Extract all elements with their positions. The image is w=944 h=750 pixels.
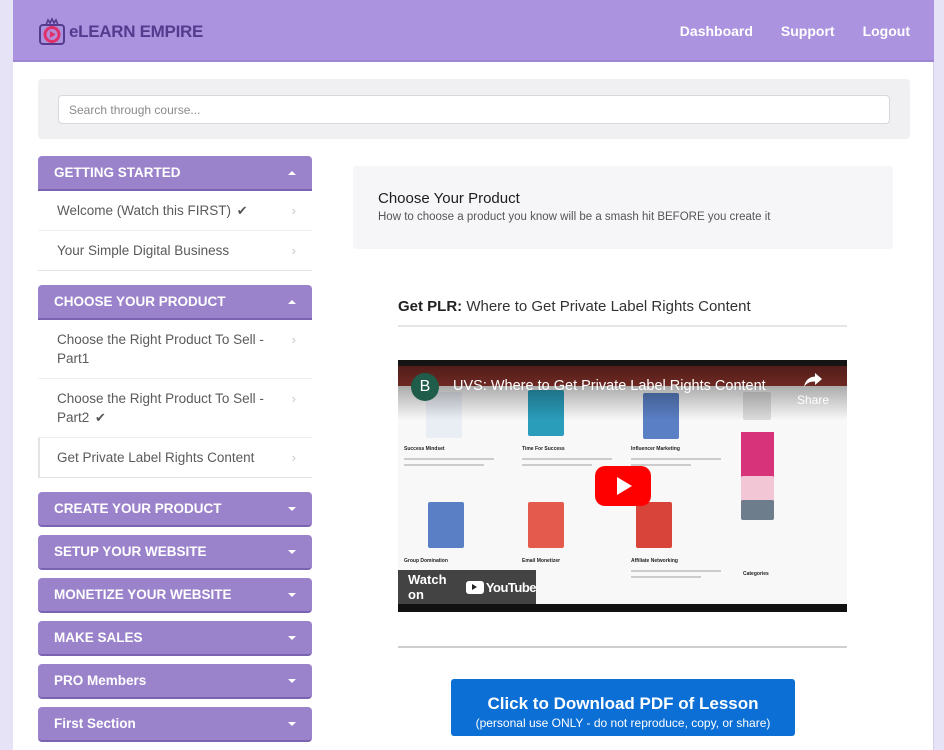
lesson-label: Choose the Right Product To Sell - Part1 xyxy=(57,332,264,366)
thumb-text-line xyxy=(631,570,721,572)
brand-name: eLEARN EMPIRE xyxy=(69,22,204,41)
caret-up-icon xyxy=(288,170,296,175)
section-pro-members[interactable]: PRO Members xyxy=(38,664,312,699)
thumb-book xyxy=(636,502,672,548)
top-navbar: eLEARN EMPIRE Dashboard Support Logout xyxy=(13,0,934,62)
youtube-video-embed[interactable]: Success Mindset Time For Success Influen… xyxy=(398,360,847,612)
module-subtitle: How to choose a product you know will be… xyxy=(378,211,771,223)
lesson-item[interactable]: Choose the Right Product To Sell - Part2… xyxy=(38,379,312,438)
module-intro-card: Choose Your Product How to choose a prod… xyxy=(353,166,893,249)
module-title: Choose Your Product xyxy=(378,190,520,207)
section-title: MONETIZE YOUR WEBSITE xyxy=(54,587,232,602)
lesson-list: Welcome (Watch this FIRST) ✔ › Your Simp… xyxy=(38,191,312,271)
thumb-book xyxy=(428,502,464,548)
thumb-text-line xyxy=(631,458,721,460)
caret-down-icon xyxy=(288,635,296,640)
lesson-item[interactable]: Your Simple Digital Business › xyxy=(38,231,312,270)
lesson-heading: Get PLR: Where to Get Private Label Righ… xyxy=(398,298,847,327)
search-panel xyxy=(38,79,910,139)
play-button[interactable] xyxy=(595,466,651,506)
lesson-list: Choose the Right Product To Sell - Part1… xyxy=(38,320,312,478)
checkmark-icon: ✔ xyxy=(95,410,106,425)
thumb-item-title: Affiliate Networking xyxy=(631,558,678,564)
share-label: Share xyxy=(796,393,829,407)
lesson-label: Choose the Right Product To Sell - Part2 xyxy=(57,391,264,425)
thumb-book xyxy=(528,502,564,548)
section-title: GETTING STARTED xyxy=(54,165,181,180)
divider xyxy=(398,646,847,648)
thumb-item-title: Group Domination xyxy=(404,558,448,564)
chevron-right-icon: › xyxy=(291,332,296,347)
lesson-label: Welcome (Watch this FIRST) xyxy=(57,203,232,218)
chevron-right-icon: › xyxy=(291,391,296,406)
caret-down-icon xyxy=(288,549,296,554)
section-title: SETUP YOUR WEBSITE xyxy=(54,544,207,559)
brand-logo[interactable]: eLEARN EMPIRE xyxy=(37,16,203,48)
download-label: Click to Download PDF of Lesson xyxy=(487,694,759,713)
thumb-item-title: Influencer Marketing xyxy=(631,446,680,452)
section-title: CHOOSE YOUR PRODUCT xyxy=(54,294,226,309)
course-sidebar: GETTING STARTED Welcome (Watch this FIRS… xyxy=(38,156,312,750)
video-thumb-taskbar xyxy=(398,604,847,612)
thumb-item-title: Time For Success xyxy=(522,446,565,452)
lesson-main: Choose Your Product How to choose a prod… xyxy=(353,166,893,736)
section-make-sales[interactable]: MAKE SALES xyxy=(38,621,312,656)
youtube-play-icon xyxy=(465,580,484,594)
lesson-label: Your Simple Digital Business xyxy=(57,243,230,258)
lesson-title: Where to Get Private Label Rights Conten… xyxy=(466,298,751,315)
nav-dashboard-link[interactable]: Dashboard xyxy=(680,23,753,39)
lesson-item[interactable]: Choose the Right Product To Sell - Part1… xyxy=(38,320,312,379)
thumb-book xyxy=(741,476,774,502)
section-title: CREATE YOUR PRODUCT xyxy=(54,501,222,516)
thumb-text-line xyxy=(631,576,701,578)
nav-logout-link[interactable]: Logout xyxy=(863,23,910,39)
thumb-sidebar-heading: Categories xyxy=(743,571,769,577)
play-icon xyxy=(617,477,632,495)
chevron-right-icon: › xyxy=(291,243,296,258)
thumb-item-title: Email Monetizer xyxy=(522,558,561,564)
nav-links: Dashboard Support Logout xyxy=(680,0,910,62)
section-title: First Section xyxy=(54,716,136,731)
thumb-book xyxy=(741,500,774,520)
thumb-text-line xyxy=(404,464,484,466)
share-arrow-icon xyxy=(803,373,822,387)
section-create-your-product[interactable]: CREATE YOUR PRODUCT xyxy=(38,492,312,527)
chevron-right-icon: › xyxy=(291,450,296,465)
section-setup-your-website[interactable]: SETUP YOUR WEBSITE xyxy=(38,535,312,570)
thumb-text-line xyxy=(522,458,612,460)
youtube-logo: YouTube xyxy=(465,579,537,595)
chevron-right-icon: › xyxy=(291,203,296,218)
watch-on-youtube-button[interactable]: Watch on YouTube xyxy=(398,570,537,604)
watch-on-label: Watch on xyxy=(408,572,447,602)
lesson-label: Get Private Label Rights Content xyxy=(57,450,255,465)
download-sublabel: (personal use ONLY - do not reproduce, c… xyxy=(475,716,771,730)
section-title: PRO Members xyxy=(54,673,147,688)
play-crown-logo-icon xyxy=(37,17,67,47)
course-search-input[interactable] xyxy=(58,95,890,124)
section-choose-your-product[interactable]: CHOOSE YOUR PRODUCT xyxy=(38,285,312,320)
lesson-item[interactable]: Welcome (Watch this FIRST) ✔ › xyxy=(38,191,312,231)
section-title: MAKE SALES xyxy=(54,630,143,645)
caret-down-icon xyxy=(288,506,296,511)
nav-support-link[interactable]: Support xyxy=(781,23,835,39)
section-first-section[interactable]: First Section xyxy=(38,707,312,742)
lesson-prefix: Get PLR: xyxy=(398,298,463,315)
caret-down-icon xyxy=(288,721,296,726)
youtube-wordmark: YouTube xyxy=(485,579,537,595)
share-button[interactable]: Share xyxy=(797,372,829,407)
section-getting-started[interactable]: GETTING STARTED xyxy=(38,156,312,191)
video-title[interactable]: UVS: Where to Get Private Label Rights C… xyxy=(453,378,766,394)
lesson-item-active[interactable]: Get Private Label Rights Content › xyxy=(38,438,312,477)
thumb-item-title: Success Mindset xyxy=(404,446,445,452)
channel-avatar[interactable]: B xyxy=(411,373,439,401)
checkmark-icon: ✔ xyxy=(236,203,248,218)
download-pdf-button[interactable]: Click to Download PDF of Lesson (persona… xyxy=(451,679,795,736)
thumb-text-line xyxy=(404,458,494,460)
thumb-text-line xyxy=(522,464,592,466)
section-monetize-your-website[interactable]: MONETIZE YOUR WEBSITE xyxy=(38,578,312,613)
caret-down-icon xyxy=(288,678,296,683)
page-container: eLEARN EMPIRE Dashboard Support Logout G… xyxy=(13,0,934,750)
caret-up-icon xyxy=(288,299,296,304)
caret-down-icon xyxy=(288,592,296,597)
